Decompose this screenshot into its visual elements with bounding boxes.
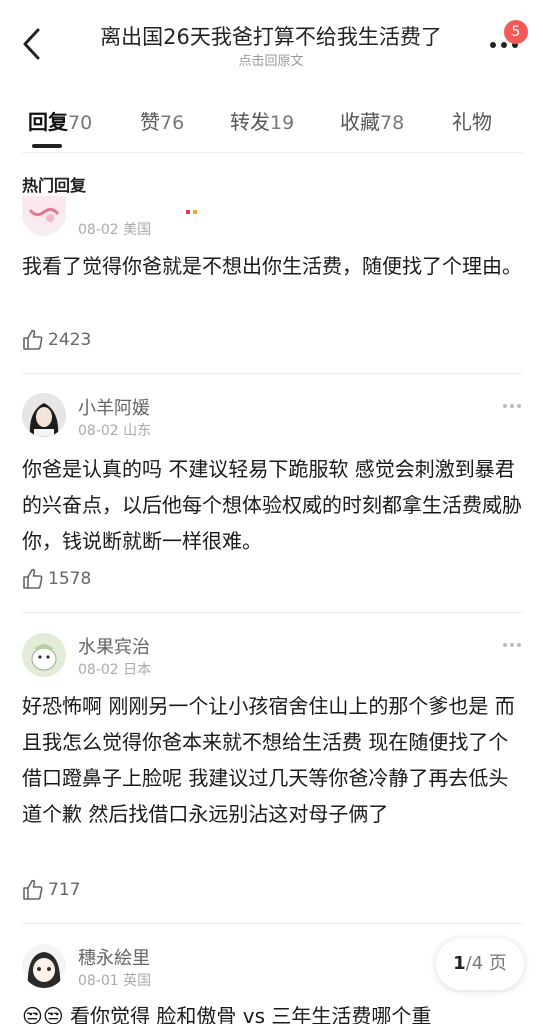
current-page: 1 — [453, 953, 466, 974]
comment-more-button[interactable] — [500, 635, 524, 655]
thumbs-up-icon — [23, 329, 43, 350]
comment-text: 我看了觉得你爸就是不想出你生活费，随便找了个理由。 — [22, 254, 522, 278]
like-button[interactable]: 717 — [22, 879, 80, 901]
tab-label: 转发 — [230, 110, 270, 134]
tab-label: 回复 — [28, 110, 68, 134]
top-bar: 离出国26天我爸打算不给我生活费了 点击回原文 5 — [0, 0, 543, 88]
back-button[interactable] — [14, 26, 50, 62]
like-count: 717 — [48, 880, 81, 900]
cartoon-avatar-icon — [22, 633, 66, 677]
comment-location: 美国 — [123, 222, 152, 238]
avatar[interactable] — [22, 633, 66, 677]
page-indicator[interactable]: 1/4 页 — [436, 938, 524, 990]
anime-avatar-icon — [22, 944, 66, 988]
comment-location: 日本 — [123, 662, 152, 678]
comment-meta: 08-01 英国 — [78, 970, 151, 990]
comment-divider — [22, 923, 523, 924]
avatar[interactable] — [22, 393, 66, 437]
girl-photo-avatar-icon — [22, 393, 66, 437]
like-button[interactable]: 1578 — [22, 568, 91, 590]
like-count: 2423 — [48, 330, 92, 350]
active-tab-indicator — [32, 144, 62, 148]
comment-meta: 08-02 山东 — [78, 420, 151, 440]
avatar[interactable] — [22, 196, 66, 236]
comment-date: 08-02 — [78, 662, 119, 678]
back-to-post-link[interactable]: 点击回原文 — [66, 53, 476, 71]
tab-count: 78 — [380, 112, 405, 134]
thumbs-up-icon — [23, 879, 43, 900]
like-count: 1578 — [48, 569, 92, 589]
tab-reposts[interactable]: 转发19 — [230, 106, 294, 135]
page-unit: 页 — [483, 953, 507, 974]
username[interactable]: 小羊阿媛 — [78, 394, 150, 420]
title-area[interactable]: 离出国26天我爸打算不给我生活费了 点击回原文 — [66, 22, 476, 71]
avatar[interactable] — [22, 944, 66, 988]
tab-likes[interactable]: 赞76 — [140, 106, 184, 135]
comment-location: 山东 — [123, 423, 152, 439]
comment-text: 好恐怖啊 刚刚另一个让小孩宿舍住山上的那个爹也是 而且我怎么觉得你爸本来就不想给… — [22, 694, 515, 826]
tabs-divider — [22, 152, 523, 153]
tab-label: 礼物 — [452, 110, 492, 134]
tab-label: 赞 — [140, 110, 160, 134]
comment-meta: 08-02 日本 — [78, 659, 151, 679]
comment-text: 你爸是认真的吗 不建议轻易下跪服软 感觉会刺激到暴君的兴奋点，以后他每个想体验权… — [22, 457, 522, 553]
page-title: 离出国26天我爸打算不给我生活费了 — [100, 25, 442, 49]
comment-text: 😒😒 看你觉得 脸和傲骨 vs 三年生活费哪个重 — [22, 1004, 432, 1024]
decoration-dots — [186, 210, 198, 215]
comment-date: 08-02 — [78, 222, 119, 238]
comment-date: 08-02 — [78, 423, 119, 439]
tab-count: 76 — [160, 112, 185, 134]
username[interactable]: 穗永絵里 — [78, 944, 150, 970]
back-arrow-icon — [23, 28, 40, 60]
notification-badge: 5 — [504, 20, 528, 44]
tab-count: 19 — [270, 112, 295, 134]
comment-meta: 08-02 美国 — [78, 219, 151, 239]
tab-favorites[interactable]: 收藏78 — [340, 106, 404, 135]
tab-bar: 回复70 赞76 转发19 收藏78 礼物 — [0, 96, 543, 152]
section-title: 热门回复 — [22, 176, 87, 195]
comment-date: 08-01 — [78, 973, 119, 989]
tab-gifts[interactable]: 礼物 — [452, 106, 492, 135]
comment-location: 英国 — [123, 973, 152, 989]
total-pages: /4 — [465, 953, 484, 974]
comment-divider — [22, 612, 523, 613]
comment-more-button[interactable] — [500, 396, 524, 416]
tab-count: 70 — [68, 112, 93, 134]
sticker-avatar-icon — [22, 196, 66, 226]
tab-replies[interactable]: 回复70 — [28, 106, 92, 135]
username[interactable]: 水果宾治 — [78, 633, 150, 659]
comment-divider — [22, 373, 523, 374]
tab-label: 收藏 — [340, 110, 380, 134]
like-button[interactable]: 2423 — [22, 329, 91, 351]
thumbs-up-icon — [23, 568, 43, 589]
